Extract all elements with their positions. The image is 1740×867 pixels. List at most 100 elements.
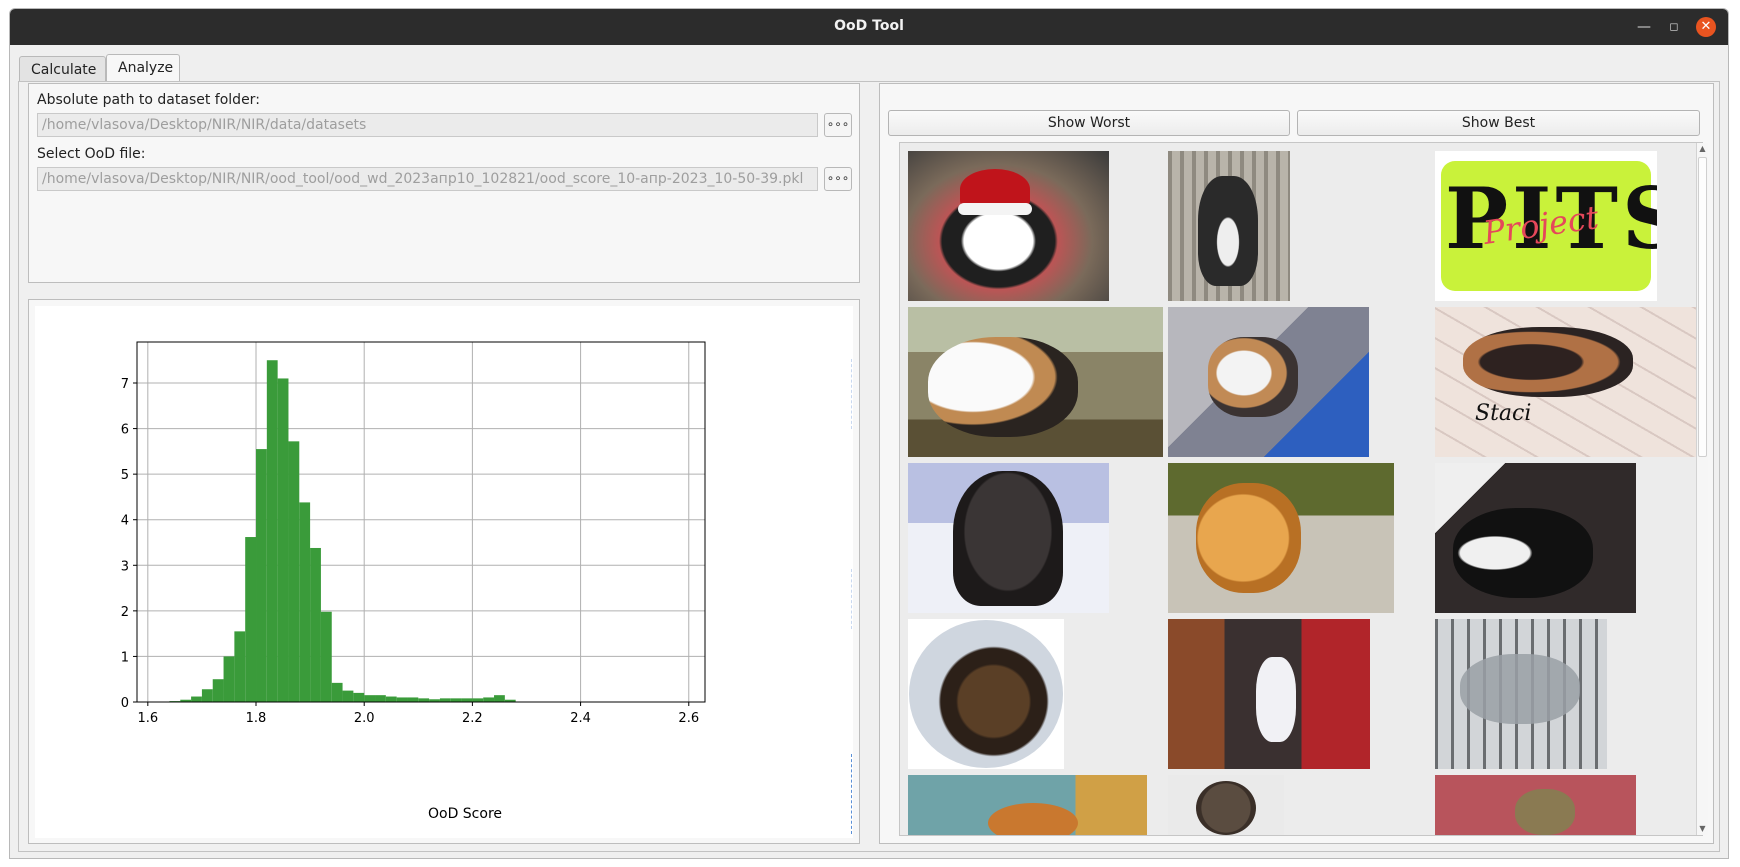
tab-calculate-label: Calculate	[31, 62, 97, 78]
histogram-bar	[299, 502, 311, 702]
histogram-bar	[212, 679, 224, 702]
y-tick-label: 7	[121, 377, 129, 392]
show-worst-button[interactable]: Show Worst	[888, 110, 1290, 136]
puppy-shape	[1198, 176, 1258, 286]
maximize-icon[interactable]: ◻	[1664, 17, 1684, 37]
plot-edge-marker	[851, 569, 853, 629]
gallery-image[interactable]	[1168, 775, 1284, 835]
white-cat-shape	[1256, 657, 1296, 742]
gallery-image[interactable]: Staci	[1435, 307, 1697, 457]
gallery-image[interactable]	[908, 151, 1109, 301]
gallery-image[interactable]	[1168, 463, 1394, 613]
histogram-bar	[483, 697, 495, 702]
calico-cat-shape	[1463, 327, 1633, 397]
plot-edge-marker	[851, 754, 853, 834]
caged-cat-shape	[1460, 654, 1580, 724]
show-best-button[interactable]: Show Best	[1297, 110, 1700, 136]
y-tick-label: 3	[121, 559, 129, 574]
y-tick-label: 5	[121, 468, 129, 483]
histogram-bar	[310, 547, 321, 702]
histogram-bar	[223, 656, 235, 702]
x-tick-label: 1.8	[246, 711, 267, 726]
tab-calculate[interactable]: Calculate	[19, 56, 106, 82]
histogram-bar	[450, 698, 462, 702]
gallery-image[interactable]	[908, 307, 1163, 457]
gallery-image[interactable]: PITS Project	[1435, 151, 1657, 301]
ood-file-field[interactable]: /home/vlasova/Desktop/NIR/NIR/ood_tool/o…	[37, 167, 818, 191]
gallery-image[interactable]	[908, 463, 1109, 613]
x-tick-label: 2.0	[354, 711, 375, 726]
histogram-bar	[494, 695, 505, 702]
histogram-bar	[191, 696, 202, 702]
histogram-chart: 1.6 1.8 2.0 2.2 2.4 2.6 0 1 2 3 4 5 6 7 OoD Score	[35, 306, 853, 838]
y-tick-label: 6	[121, 423, 129, 438]
histogram-bar	[407, 697, 419, 702]
gallery-image[interactable]	[1168, 619, 1370, 769]
gallery-image[interactable]	[908, 775, 1147, 835]
histogram-bar	[418, 698, 430, 702]
close-icon[interactable]: ✕	[1696, 17, 1716, 37]
round-photo-shape	[909, 620, 1063, 768]
gallery-image[interactable]	[1168, 151, 1290, 301]
gallery-scrollbar[interactable]: ▲ ▼	[1696, 143, 1708, 835]
golden-dog-shape	[1196, 483, 1301, 593]
browse-dataset-button[interactable]: ∘∘∘	[824, 113, 852, 137]
histogram-bar	[375, 695, 386, 702]
histogram-bar	[331, 682, 343, 702]
histogram-bar	[245, 537, 257, 702]
dataset-path-field[interactable]: /home/vlasova/Desktop/NIR/NIR/data/datas…	[37, 113, 818, 137]
histogram-bar	[439, 698, 451, 702]
histogram-bar	[277, 378, 289, 702]
scrollbar-handle[interactable]	[1698, 157, 1707, 457]
tab-analyze[interactable]: Analyze	[106, 54, 180, 82]
y-tick-label: 1	[121, 650, 129, 665]
histogram-bar	[234, 631, 246, 702]
gallery-image[interactable]	[908, 619, 1064, 769]
histogram-bar	[266, 360, 278, 702]
gallery-image[interactable]	[1435, 775, 1636, 835]
histogram-bar	[256, 449, 267, 702]
dataset-path-label: Absolute path to dataset folder:	[37, 92, 260, 108]
histogram-bar	[288, 441, 300, 702]
x-tick-label: 1.6	[137, 711, 158, 726]
image-gallery[interactable]: PITS Project Staci	[899, 142, 1703, 836]
browse-ood-file-button[interactable]: ∘∘∘	[824, 167, 852, 191]
tuxedo-cat-shape	[1453, 508, 1593, 598]
histogram-bar	[385, 696, 397, 702]
app-window: OoD Tool — ◻ ✕ Calculate Analyze Absolut…	[9, 8, 1729, 859]
title-bar: OoD Tool — ◻ ✕	[10, 9, 1728, 45]
histogram-bar	[472, 698, 484, 702]
black-dog-shape	[953, 471, 1063, 606]
y-tick-label: 0	[121, 696, 129, 711]
histogram-bar	[364, 695, 376, 702]
ood-file-label: Select OoD file:	[37, 146, 146, 162]
histogram-bar	[201, 689, 213, 702]
histogram-bar	[320, 611, 332, 702]
tabby-cat-shape	[1515, 789, 1575, 835]
x-tick-label: 2.6	[678, 711, 699, 726]
hat-trim-shape	[958, 203, 1032, 215]
gallery-image[interactable]	[1168, 307, 1369, 457]
plot-edge-marker	[851, 359, 853, 429]
histogram-bar	[396, 697, 408, 702]
histogram-bar	[353, 692, 365, 702]
y-tick-label: 4	[121, 514, 129, 529]
x-tick-label: 2.2	[462, 711, 483, 726]
tab-analyze-label: Analyze	[118, 60, 174, 76]
scroll-up-icon[interactable]: ▲	[1697, 143, 1708, 155]
calico-kitten-shape	[928, 337, 1078, 437]
gallery-image[interactable]	[1435, 463, 1636, 613]
histogram-bar	[461, 698, 473, 702]
photo-caption: Staci	[1475, 401, 1532, 426]
minimize-icon[interactable]: —	[1634, 17, 1654, 37]
x-axis-label: OoD Score	[428, 806, 502, 822]
orange-cat-shape	[988, 803, 1078, 835]
poodle-shape	[1196, 781, 1256, 835]
gallery-image[interactable]	[1435, 619, 1607, 769]
scroll-down-icon[interactable]: ▼	[1697, 823, 1708, 835]
calico-shape	[1208, 337, 1298, 417]
x-tick-label: 2.4	[570, 711, 591, 726]
window-title: OoD Tool	[834, 18, 904, 34]
histogram-bar	[342, 690, 354, 702]
y-tick-label: 2	[121, 605, 129, 620]
